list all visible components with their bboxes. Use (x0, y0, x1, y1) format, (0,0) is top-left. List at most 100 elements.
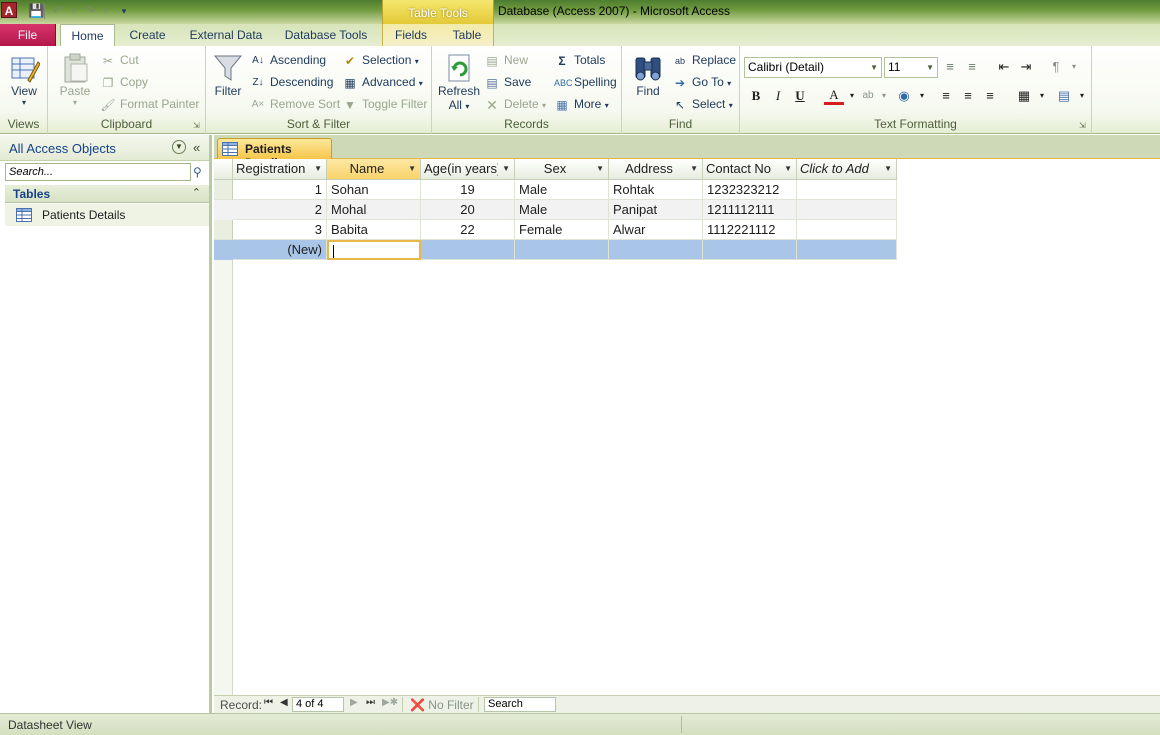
spelling-button[interactable]: ABCSpelling (554, 72, 617, 92)
tab-database-tools[interactable]: Database Tools (276, 24, 376, 46)
cell-name[interactable]: Babita (327, 220, 421, 240)
italic-button[interactable]: I (768, 86, 788, 106)
cell-sex[interactable]: Female (515, 220, 609, 240)
cell-address[interactable]: Alwar (609, 220, 703, 240)
more-button[interactable]: ▦ More ▾ (554, 94, 608, 114)
column-header-name[interactable]: Name ▼ (327, 159, 421, 180)
column-dropdown-icon[interactable]: ▼ (314, 159, 322, 179)
column-dropdown-icon[interactable]: ▼ (502, 159, 510, 179)
background-color-icon[interactable]: ◉ (894, 86, 914, 106)
cell-name[interactable]: Sohan (327, 180, 421, 200)
select-all-corner[interactable] (214, 159, 233, 180)
cell-address[interactable]: Rohtak (609, 180, 703, 200)
search-icon[interactable]: ⚲ (193, 165, 207, 179)
column-header-age[interactable]: Age(in years) ▼ (421, 159, 515, 180)
nav-pane-header[interactable]: All Access Objects ▼ « (0, 135, 209, 161)
selection-button[interactable]: ✔ Selection ▾ (342, 50, 419, 70)
font-color-icon[interactable]: A (824, 86, 844, 105)
delete-record-button[interactable]: ✕ Delete ▾ (484, 94, 546, 114)
tab-table[interactable]: Table (444, 24, 490, 46)
nav-pane-title[interactable]: All Access Objects (9, 141, 116, 156)
cell-name-active[interactable] (327, 240, 421, 260)
column-dropdown-icon[interactable]: ▼ (690, 159, 698, 179)
cell-click-to-add[interactable] (797, 200, 897, 220)
ascending-button[interactable]: A↓ Ascending (250, 50, 326, 70)
toggle-filter-button[interactable]: ▼ Toggle Filter (342, 94, 427, 114)
previous-record-icon[interactable]: ◀ (280, 697, 288, 708)
align-left-icon[interactable]: ≡ (936, 86, 956, 106)
cell-address[interactable]: Panipat (609, 200, 703, 220)
new-blank-record-icon[interactable]: ▶✱ (382, 697, 398, 708)
descending-button[interactable]: Z↓ Descending (250, 72, 333, 92)
cell-click-to-add[interactable] (797, 180, 897, 200)
cell-address-new[interactable] (609, 240, 703, 260)
underline-button[interactable]: U (790, 86, 810, 106)
tab-external-data[interactable]: External Data (182, 24, 270, 46)
cell-age[interactable]: 20 (421, 200, 515, 220)
align-center-icon[interactable]: ≡ (958, 86, 978, 106)
cell-age[interactable]: 19 (421, 180, 515, 200)
last-record-icon[interactable]: ⏭ (366, 697, 375, 708)
alternate-row-color-dropdown-icon[interactable]: ▾ (1072, 86, 1092, 106)
cell-click-to-add[interactable] (797, 220, 897, 240)
text-formatting-launcher-icon[interactable]: ⇲ (1079, 122, 1087, 130)
tab-file[interactable]: File (0, 24, 56, 46)
shutter-collapse-icon[interactable]: « (193, 140, 200, 155)
cell-click-to-add-new[interactable] (797, 240, 897, 260)
format-painter-button[interactable]: 🖌 Format Painter (100, 94, 199, 114)
select-button[interactable]: ↖ Select ▾ (672, 94, 733, 114)
copy-button[interactable]: ❐ Copy (100, 72, 148, 92)
nav-search-input[interactable]: Search... (5, 163, 191, 181)
cell-registration[interactable]: 3 (233, 220, 327, 240)
first-record-icon[interactable]: ⏮ (264, 697, 273, 708)
find-button[interactable]: Find (628, 52, 668, 98)
decrease-indent-icon[interactable]: ⇤ (994, 57, 1014, 77)
cell-name[interactable]: Mohal (327, 200, 421, 220)
replace-button[interactable]: ab Replace (672, 50, 736, 70)
alternate-row-color-icon[interactable]: ▤ (1054, 86, 1074, 106)
cell-registration[interactable]: 2 (233, 200, 327, 220)
cell-contact[interactable]: 1232323212 (703, 180, 797, 200)
column-header-contact-no[interactable]: Contact No ▼ (703, 159, 797, 180)
chevron-down-icon[interactable]: ▼ (172, 140, 186, 154)
paragraph-direction-icon[interactable]: ¶ (1046, 57, 1066, 77)
no-filter-button[interactable]: ❌ No Filter (410, 698, 474, 712)
cell-sex[interactable]: Male (515, 200, 609, 220)
cell-contact-new[interactable] (703, 240, 797, 260)
tab-create[interactable]: Create (120, 24, 175, 46)
bullets-icon[interactable]: ≡ (940, 57, 960, 77)
cell-age-new[interactable] (421, 240, 515, 260)
cell-sex-new[interactable] (515, 240, 609, 260)
totals-button[interactable]: Σ Totals (554, 50, 605, 70)
goto-button[interactable]: ➔ Go To ▾ (672, 72, 731, 92)
increase-indent-icon[interactable]: ⇥ (1016, 57, 1036, 77)
column-header-click-to-add[interactable]: Click to Add ▼ (797, 159, 897, 180)
cut-button[interactable]: ✂ Cut (100, 50, 139, 70)
gridlines-dropdown-icon[interactable]: ▾ (1032, 86, 1052, 106)
cell-registration[interactable]: 1 (233, 180, 327, 200)
column-header-sex[interactable]: Sex ▼ (515, 159, 609, 180)
new-record-button[interactable]: ▤ New (484, 50, 528, 70)
column-header-registration[interactable]: Registration ▼ (233, 159, 327, 180)
record-search-input[interactable]: Search (484, 697, 556, 712)
column-dropdown-icon[interactable]: ▼ (408, 159, 416, 179)
view-button[interactable]: View ▾ (4, 52, 44, 107)
gridlines-icon[interactable]: ▦ (1014, 86, 1034, 106)
tab-fields[interactable]: Fields (388, 24, 434, 46)
datasheet-grid[interactable]: Registration ▼ Name ▼ Age(in years) ▼ Sex ▼ … (214, 159, 1160, 695)
highlight-dropdown-icon[interactable]: ▾ (874, 86, 894, 106)
filter-button[interactable]: Filter (210, 52, 246, 98)
font-name-combo[interactable]: Calibri (Detail) ▼ (744, 57, 882, 78)
cell-registration-new[interactable]: (New) (233, 240, 327, 260)
clipboard-launcher-icon[interactable]: ⇲ (193, 122, 201, 130)
doc-tab-patients-details[interactable]: Patients Details (217, 138, 332, 170)
numbering-icon[interactable]: ≡ (962, 57, 982, 77)
paste-button[interactable]: Paste ▾ (54, 52, 96, 107)
refresh-all-button[interactable]: Refresh All ▾ (436, 52, 482, 112)
cell-age[interactable]: 22 (421, 220, 515, 240)
paragraph-dropdown-icon[interactable]: ▾ (1064, 57, 1084, 77)
bold-button[interactable]: B (746, 86, 766, 106)
column-dropdown-icon[interactable]: ▼ (784, 159, 792, 179)
tab-home[interactable]: Home (60, 24, 115, 47)
column-dropdown-icon[interactable]: ▼ (884, 159, 892, 179)
